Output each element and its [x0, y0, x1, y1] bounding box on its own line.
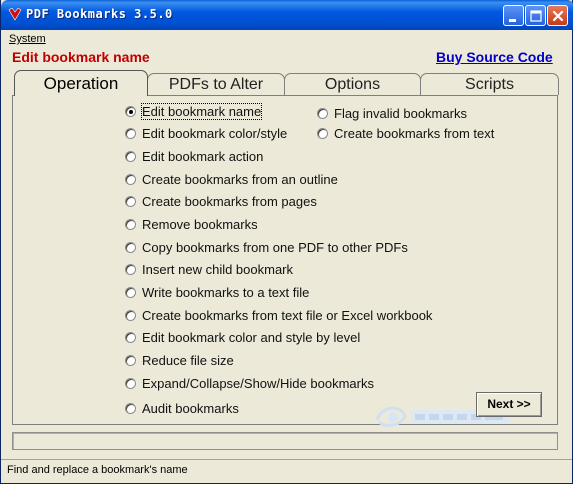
radio-label: Remove bookmarks	[142, 217, 258, 232]
tab-pdfs-to-alter[interactable]: PDFs to Alter	[147, 73, 285, 95]
radio-button[interactable]	[125, 128, 136, 139]
radio-label: Expand/Collapse/Show/Hide bookmarks	[142, 376, 374, 391]
minimize-icon	[509, 19, 516, 22]
next-button[interactable]: Next >>	[476, 392, 542, 417]
radio-label: Edit bookmark color and style by level	[142, 330, 361, 345]
radio-label: Reduce file size	[142, 353, 234, 368]
radio-button[interactable]	[125, 355, 136, 366]
close-icon	[552, 10, 564, 22]
close-button[interactable]	[547, 5, 568, 26]
maximize-icon	[530, 10, 542, 22]
minimize-button[interactable]	[503, 5, 524, 26]
radio-button[interactable]	[125, 264, 136, 275]
radio-button[interactable]	[125, 287, 136, 298]
operation-title: Edit bookmark name	[12, 49, 150, 65]
radio-label: Flag invalid bookmarks	[334, 106, 467, 121]
radio-label: Create bookmarks from text file or Excel…	[142, 308, 433, 323]
menu-bar: System	[9, 33, 46, 45]
radio-button[interactable]	[125, 242, 136, 253]
radio-button[interactable]	[125, 403, 136, 414]
maximize-button[interactable]	[525, 5, 546, 26]
radio-label: Audit bookmarks	[142, 401, 239, 416]
radio-label: Create bookmarks from pages	[142, 194, 317, 209]
buy-source-code-link[interactable]: Buy Source Code	[436, 49, 553, 65]
tab-scripts[interactable]: Scripts	[420, 73, 559, 95]
app-window: PDF Bookmarks 3.5.0 System Edit bookmark…	[0, 0, 573, 484]
radio-label: Create bookmarks from an outline	[142, 172, 338, 187]
radio-button[interactable]	[125, 151, 136, 162]
radio-label: Edit bookmark color/style	[142, 126, 288, 141]
radio-button-selected[interactable]	[125, 106, 136, 117]
radio-button[interactable]	[125, 219, 136, 230]
pdf-app-icon	[8, 8, 22, 21]
radio-label: Edit bookmark name	[140, 103, 263, 120]
radio-button[interactable]	[317, 128, 328, 139]
radio-label: Create bookmarks from text	[334, 126, 495, 141]
menu-system[interactable]: System	[9, 33, 46, 45]
radio-button[interactable]	[125, 378, 136, 389]
tab-operation[interactable]: Operation	[14, 70, 148, 96]
tab-options[interactable]: Options	[284, 73, 421, 95]
progress-bar	[12, 432, 558, 450]
status-bar: Find and replace a bookmark's name	[1, 459, 572, 483]
title-bar[interactable]: PDF Bookmarks 3.5.0	[1, 0, 573, 30]
radio-button[interactable]	[317, 108, 328, 119]
radio-button[interactable]	[125, 174, 136, 185]
radio-label: Edit bookmark action	[142, 149, 264, 164]
radio-button[interactable]	[125, 196, 136, 207]
radio-button[interactable]	[125, 332, 136, 343]
radio-label: Insert new child bookmark	[142, 262, 294, 277]
radio-label: Copy bookmarks from one PDF to other PDF…	[142, 240, 408, 255]
radio-button[interactable]	[125, 310, 136, 321]
status-text: Find and replace a bookmark's name	[7, 464, 188, 476]
window-title: PDF Bookmarks 3.5.0	[26, 7, 173, 21]
radio-label: Write bookmarks to a text file	[142, 285, 310, 300]
